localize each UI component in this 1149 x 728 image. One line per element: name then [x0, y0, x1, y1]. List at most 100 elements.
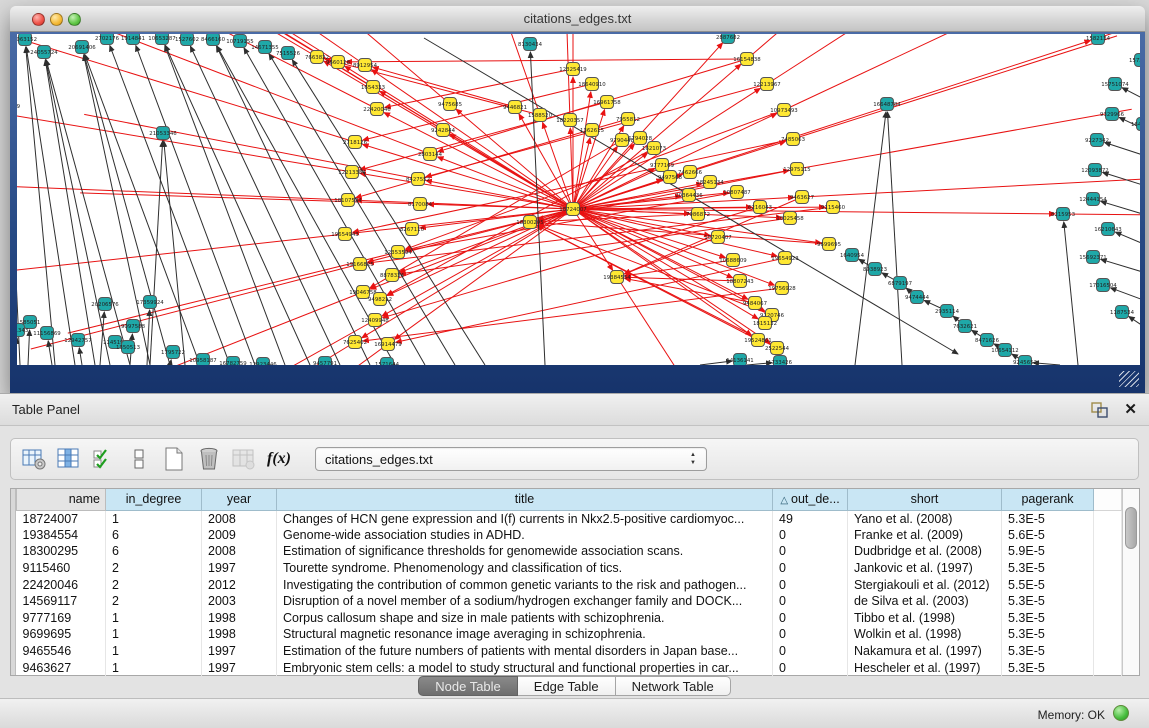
graph-node[interactable]: 8466160: [201, 34, 226, 46]
table-cell[interactable]: 1: [106, 510, 202, 527]
column-header-out_de...[interactable]: △out_de...: [773, 489, 848, 510]
graph-node[interactable]: 8267110: [400, 223, 425, 236]
unselect-all-icon[interactable]: [126, 446, 152, 472]
table-cell[interactable]: 5.3E-5: [1002, 593, 1094, 610]
table-cell[interactable]: 0: [773, 643, 848, 660]
table-cell[interactable]: 0: [773, 610, 848, 627]
graph-node[interactable]: 1588520: [528, 109, 553, 122]
graph-node[interactable]: 1527602: [175, 34, 199, 46]
graph-node[interactable]: 1642638: [1131, 118, 1140, 131]
table-cell[interactable]: 1: [106, 659, 202, 676]
graph-node[interactable]: 17016504: [1089, 279, 1117, 292]
graph-node[interactable]: 8170084: [408, 198, 433, 211]
graph-node[interactable]: 10958187: [189, 354, 216, 366]
graph-node[interactable]: 2702176: [95, 34, 120, 45]
graph-node[interactable]: 9660128: [326, 56, 351, 69]
table-cell[interactable]: [1094, 643, 1122, 660]
graph-node[interactable]: 9457791: [313, 357, 337, 366]
table-cell[interactable]: Franke et al. (2009): [848, 527, 1002, 544]
table-cell[interactable]: 6: [106, 543, 202, 560]
graph-node[interactable]: 12325419: [559, 63, 587, 76]
graph-node[interactable]: 8427552: [406, 173, 430, 186]
graph-node[interactable]: 12409948: [361, 314, 389, 327]
table-cell[interactable]: Jankovic et al. (1997): [848, 560, 1002, 577]
select-all-icon[interactable]: [91, 446, 117, 472]
table-cell[interactable]: 9463627: [17, 659, 106, 676]
table-cell[interactable]: 5.3E-5: [1002, 626, 1094, 643]
table-cell[interactable]: [1094, 593, 1122, 610]
table-cell[interactable]: Estimation of the future numbers of pati…: [277, 643, 773, 660]
column-header-blank[interactable]: [1094, 489, 1122, 510]
table-cell[interactable]: 2008: [202, 543, 277, 560]
table-cell[interactable]: 0: [773, 626, 848, 643]
table-cell[interactable]: Embryonic stem cells: a model to study s…: [277, 659, 773, 676]
table-cell[interactable]: 5.3E-5: [1002, 560, 1094, 577]
table-cell[interactable]: 5.3E-5: [1002, 643, 1094, 660]
graph-node[interactable]: 18640910: [578, 78, 606, 91]
graph-node[interactable]: 9475685: [438, 98, 462, 111]
scrollbar-thumb[interactable]: [1125, 507, 1137, 549]
table-cell[interactable]: Estimation of significance thresholds fo…: [277, 543, 773, 560]
graph-node[interactable]: 10719155: [226, 35, 253, 48]
table-cell[interactable]: 9777169: [17, 610, 106, 627]
table-cell[interactable]: [1094, 610, 1122, 627]
graph-node[interactable]: 9699695: [817, 238, 841, 251]
table-cell[interactable]: Corpus callosum shape and size in male p…: [277, 610, 773, 627]
table-cell[interactable]: 22420046: [17, 576, 106, 593]
table-cell[interactable]: Tibbo et al. (1998): [848, 610, 1002, 627]
graph-node[interactable]: 7632621: [953, 320, 977, 333]
table-cell[interactable]: 5.3E-5: [1002, 610, 1094, 627]
column-header-title[interactable]: title: [277, 489, 773, 510]
graph-node[interactable]: 7955812: [616, 113, 640, 126]
table-cell[interactable]: 0: [773, 576, 848, 593]
graph-node[interactable]: 10807487: [723, 186, 750, 199]
table-cell[interactable]: 1997: [202, 659, 277, 676]
graph-node[interactable]: 12093872: [1081, 164, 1108, 177]
graph-node[interactable]: 18220357: [556, 114, 583, 127]
graph-node[interactable]: 20206576: [91, 298, 119, 311]
tab-network-table[interactable]: Network Table: [616, 676, 731, 696]
graph-node[interactable]: 15751074: [1101, 78, 1129, 91]
graph-node[interactable]: 2803144: [418, 148, 443, 161]
table-cell[interactable]: 2: [106, 560, 202, 577]
graph-node[interactable]: 19756928: [768, 282, 796, 295]
table-cell[interactable]: 0: [773, 527, 848, 544]
new-table-icon[interactable]: [161, 446, 187, 472]
table-cell[interactable]: 5.6E-5: [1002, 527, 1094, 544]
table-cell[interactable]: 1998: [202, 626, 277, 643]
graph-node[interactable]: 8130434: [518, 38, 543, 51]
graph-node[interactable]: 1582134: [1086, 34, 1111, 45]
table-cell[interactable]: 1998: [202, 610, 277, 627]
table-cell[interactable]: 1997: [202, 560, 277, 577]
graph-node[interactable]: 12213967: [753, 78, 780, 91]
graph-node[interactable]: 9097588: [121, 320, 146, 333]
table-cell[interactable]: 5.3E-5: [1002, 510, 1094, 527]
table-cell[interactable]: 1: [106, 610, 202, 627]
table-cell[interactable]: Genome-wide association studies in ADHD.: [277, 527, 773, 544]
column-header-year[interactable]: year: [202, 489, 277, 510]
table-cell[interactable]: 0: [773, 543, 848, 560]
table-cell[interactable]: 19384554: [17, 527, 106, 544]
graph-node[interactable]: 8912954: [353, 59, 378, 72]
graph-node[interactable]: 12923446: [249, 358, 277, 366]
graph-node[interactable]: 1362615: [580, 124, 604, 137]
column-header-name[interactable]: name: [17, 489, 106, 510]
table-cell[interactable]: 49: [773, 510, 848, 527]
graph-node[interactable]: 9446821: [503, 101, 527, 114]
table-cell[interactable]: 9699695: [17, 626, 106, 643]
table-cell[interactable]: de Silva et al. (2003): [848, 593, 1002, 610]
graph-node[interactable]: 16648784: [873, 98, 901, 111]
graph-node[interactable]: 1795722: [161, 346, 185, 359]
table-cell[interactable]: [1094, 510, 1122, 527]
graph-node[interactable]: 1572244: [1129, 54, 1140, 67]
graph-node[interactable]: 8215953: [1051, 208, 1075, 221]
graph-node[interactable]: 9463627: [790, 191, 814, 204]
column-header-short[interactable]: short: [848, 489, 1002, 510]
table-cell[interactable]: 0: [773, 560, 848, 577]
table-cell[interactable]: 14569117: [17, 593, 106, 610]
graph-node[interactable]: 18107534: [334, 194, 362, 207]
graph-node[interactable]: 16154838: [733, 53, 761, 66]
table-cell[interactable]: Stergiakouli et al. (2012): [848, 576, 1002, 593]
graph-node[interactable]: 10688609: [719, 254, 747, 267]
memory-status-icon[interactable]: [1113, 705, 1129, 721]
